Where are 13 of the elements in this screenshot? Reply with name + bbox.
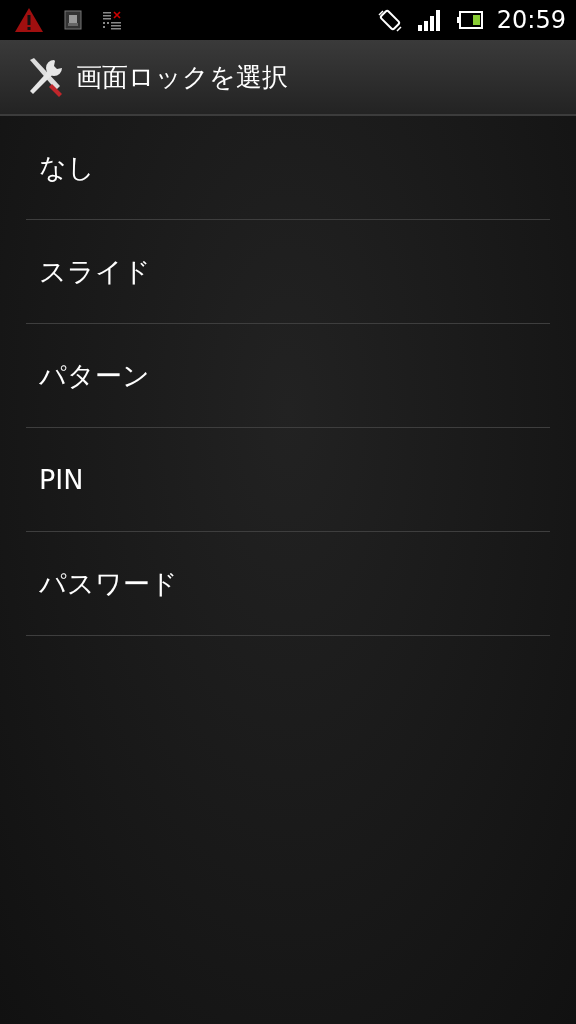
list-item[interactable]: PIN [26,428,550,532]
battery-icon [456,11,483,29]
list-item[interactable]: パターン [26,324,550,428]
list-item[interactable]: スライド [26,220,550,324]
screen-title: 画面ロックを選択 [76,60,288,94]
list-icon [102,10,122,30]
rotate-phone-icon [376,7,403,33]
list-item[interactable]: パスワード [26,532,550,636]
list-item[interactable]: なし [26,116,550,220]
document-icon [64,10,82,30]
signal-icon [416,8,443,32]
warning-icon [14,7,44,33]
clock-time: 20:59 [496,6,566,34]
